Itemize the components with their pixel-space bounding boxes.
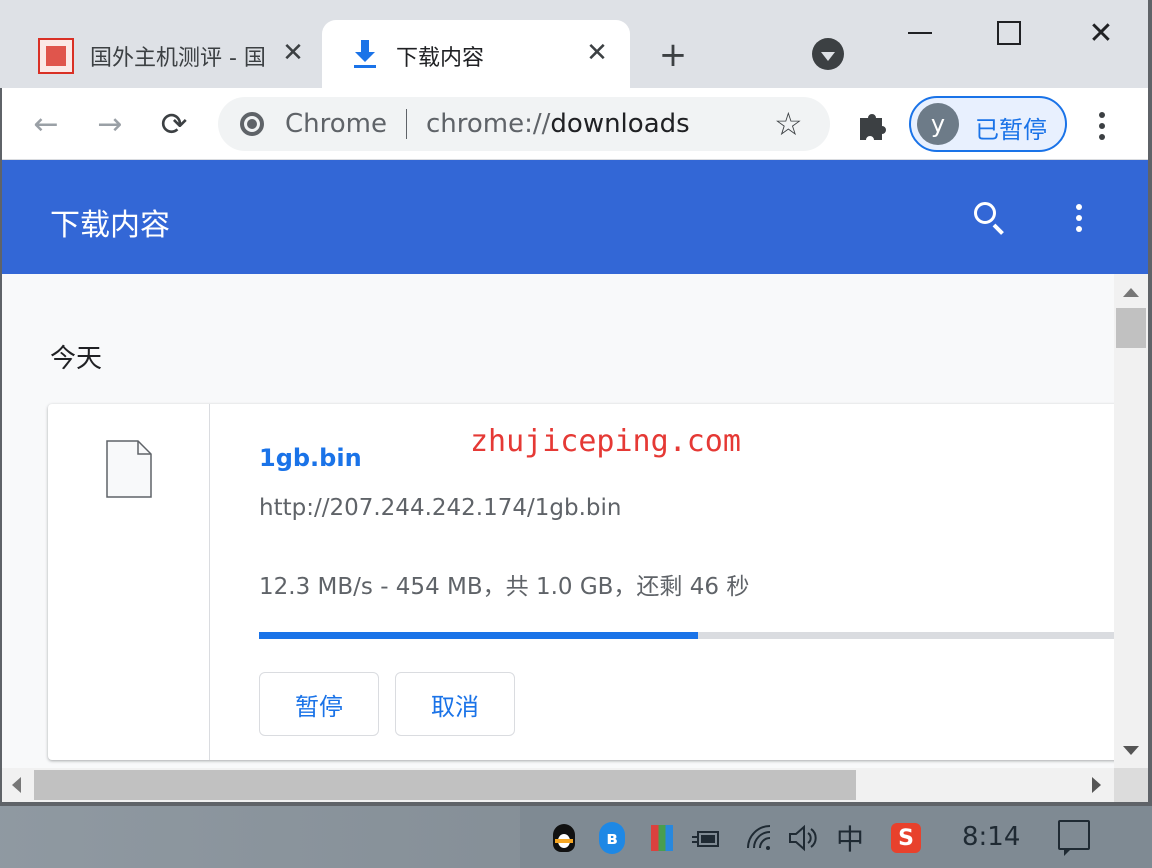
page-title: 下载内容 (50, 208, 170, 243)
window-close-button[interactable]: ✕ (1076, 10, 1126, 56)
profile-button[interactable]: y 已暂停 (909, 96, 1067, 152)
card-divider (209, 404, 210, 760)
cancel-button[interactable]: 取消 (395, 672, 515, 736)
forward-arrow-icon[interactable]: → (90, 104, 130, 144)
progress-fill (259, 632, 699, 639)
extensions-puzzle-icon[interactable] (852, 106, 892, 146)
url-path: downloads (550, 109, 690, 139)
taskbar: ʙ 中 S 8:14 (0, 806, 1152, 868)
omnibox-divider (406, 109, 407, 139)
tab-search-icon[interactable] (812, 38, 844, 70)
browser-menu-icon[interactable] (1084, 106, 1120, 146)
download-progress-bar (259, 632, 1114, 639)
downloads-header: 下载内容 (0, 160, 1148, 274)
vertical-scroll-thumb[interactable] (1116, 308, 1146, 348)
url-text[interactable]: chrome://downloads (426, 109, 690, 139)
minimize-button[interactable] (895, 10, 945, 56)
url-scheme: chrome:// (426, 109, 551, 139)
scroll-left-arrow-icon[interactable] (12, 777, 21, 793)
scroll-right-arrow-icon[interactable] (1092, 777, 1101, 793)
taskbar-clock[interactable]: 8:14 (962, 822, 1020, 852)
wifi-icon[interactable] (744, 822, 776, 854)
download-icon (354, 40, 376, 68)
site-chip: Chrome (285, 109, 387, 139)
tab-zhujiceping[interactable]: 国外主机测评 - 国 ✕ (0, 20, 322, 88)
power-plug-icon[interactable] (690, 822, 722, 854)
window-border (1148, 0, 1152, 806)
download-status: 12.3 MB/s - 454 MB，共 1.0 GB，还剩 46 秒 (259, 574, 750, 600)
search-icon[interactable] (972, 200, 1008, 236)
bookmark-star-icon[interactable]: ☆ (774, 105, 803, 143)
tab-title: 国外主机测评 - 国 (90, 46, 266, 71)
file-icon (106, 440, 152, 498)
site-logo-icon (38, 38, 74, 74)
address-bar[interactable]: Chrome chrome://downloads ☆ (218, 97, 830, 151)
date-header: 今天 (50, 344, 103, 374)
window-border (0, 88, 2, 806)
new-tab-button[interactable]: + (652, 34, 694, 76)
pause-button[interactable]: 暂停 (259, 672, 379, 736)
tab-title: 下载内容 (396, 46, 485, 71)
downloads-menu-icon[interactable] (1064, 198, 1094, 238)
tab-close-icon[interactable]: ✕ (580, 36, 614, 70)
volume-icon[interactable] (786, 822, 818, 854)
maximize-button[interactable] (984, 10, 1034, 56)
tab-close-icon[interactable]: ✕ (276, 36, 310, 70)
horizontal-scroll-thumb[interactable] (34, 770, 856, 800)
taskbar-app-area[interactable] (0, 806, 520, 868)
scroll-up-arrow-icon[interactable] (1123, 288, 1139, 297)
file-name-link[interactable]: 1gb.bin (259, 444, 362, 472)
sogou-ime-icon[interactable]: S (890, 822, 922, 854)
reload-icon[interactable]: ⟳ (154, 104, 194, 144)
tab-downloads[interactable]: 下载内容 ✕ (322, 20, 630, 88)
color-app-icon[interactable] (646, 822, 678, 854)
watermark-text: zhujiceping.com (470, 424, 741, 459)
profile-status-label: 已暂停 (975, 116, 1047, 144)
horizontal-scrollbar[interactable] (0, 768, 1114, 802)
scroll-corner (1114, 768, 1148, 802)
browser-toolbar: ← → ⟳ Chrome chrome://downloads ☆ y 已暂停 (0, 88, 1152, 160)
tab-strip: 国外主机测评 - 国 ✕ 下载内容 ✕ + ✕ (0, 0, 1152, 88)
avatar: y (917, 103, 959, 145)
bluetooth-icon[interactable]: ʙ (596, 822, 628, 854)
notification-center-icon[interactable] (1058, 820, 1090, 856)
input-method-indicator[interactable]: 中 (834, 822, 866, 856)
file-source-url[interactable]: http://207.244.242.174/1gb.bin (259, 495, 621, 521)
qq-penguin-icon[interactable] (548, 822, 580, 854)
chrome-logo-icon (240, 112, 264, 136)
vertical-scrollbar[interactable] (1114, 274, 1148, 768)
scroll-down-arrow-icon[interactable] (1123, 746, 1139, 755)
back-arrow-icon[interactable]: ← (26, 104, 66, 144)
downloads-list: 今天 1gb.bin http://207.244.242.174/1gb.bi… (0, 274, 1114, 768)
